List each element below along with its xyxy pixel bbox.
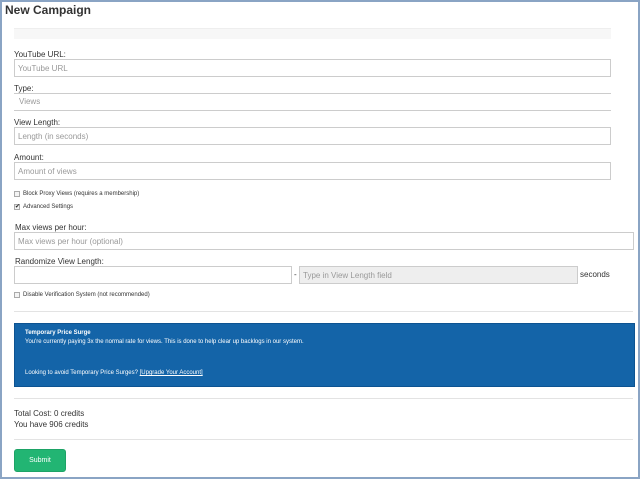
range-separator: - xyxy=(294,270,297,279)
youtube-url-input[interactable] xyxy=(14,59,611,77)
view-length-input[interactable] xyxy=(14,127,611,145)
amount-label: Amount: xyxy=(14,153,44,162)
campaign-window: New Campaign YouTube URL: Type: Views Vi… xyxy=(0,0,640,479)
type-select[interactable]: Views xyxy=(14,93,611,111)
youtube-url-label: YouTube URL: xyxy=(14,50,66,59)
randomize-max-input[interactable] xyxy=(299,266,578,284)
upgrade-account-link[interactable]: [Upgrade Your Account] xyxy=(140,370,203,376)
seconds-unit: seconds xyxy=(580,270,610,279)
amount-input[interactable] xyxy=(14,162,611,180)
alert-footer: Looking to avoid Temporary Price Surges?… xyxy=(25,370,203,376)
view-length-label: View Length: xyxy=(14,118,61,127)
randomize-min-input[interactable] xyxy=(14,266,292,284)
disable-verification-label: Disable Verification System (not recomme… xyxy=(23,292,150,298)
type-label: Type: xyxy=(14,84,34,93)
divider-middle xyxy=(14,398,633,399)
max-views-input[interactable] xyxy=(14,232,634,250)
alert-footer-text: Looking to avoid Temporary Price Surges? xyxy=(25,370,138,376)
block-proxy-label: Block Proxy Views (requires a membership… xyxy=(23,191,140,197)
submit-button[interactable]: Submit xyxy=(14,449,66,472)
advanced-settings-option[interactable]: ✔ Advanced Settings xyxy=(14,204,73,210)
total-cost: Total Cost: 0 credits xyxy=(14,409,85,418)
top-bar xyxy=(14,28,611,39)
randomize-label: Randomize View Length: xyxy=(15,257,104,266)
advanced-settings-label: Advanced Settings xyxy=(23,204,74,210)
block-proxy-option[interactable]: Block Proxy Views (requires a membership… xyxy=(14,191,139,197)
disable-verification-option[interactable]: Disable Verification System (not recomme… xyxy=(14,292,150,298)
price-surge-alert: Temporary Price Surge You're currently p… xyxy=(14,323,635,387)
disable-verification-checkbox[interactable] xyxy=(14,292,20,298)
page-title: New Campaign xyxy=(5,3,92,17)
alert-title: Temporary Price Surge xyxy=(25,330,91,336)
alert-message: You're currently paying 3x the normal ra… xyxy=(25,339,304,345)
divider-bottom xyxy=(14,439,633,440)
totals: Total Cost: 0 credits You have 906 credi… xyxy=(14,408,88,430)
block-proxy-checkbox[interactable] xyxy=(14,191,20,197)
max-views-label: Max views per hour: xyxy=(15,223,87,232)
advanced-settings-checkbox[interactable]: ✔ xyxy=(14,204,20,210)
type-select-value: Views xyxy=(19,97,41,106)
credit-balance: You have 906 credits xyxy=(14,420,89,429)
divider-top xyxy=(14,311,633,312)
